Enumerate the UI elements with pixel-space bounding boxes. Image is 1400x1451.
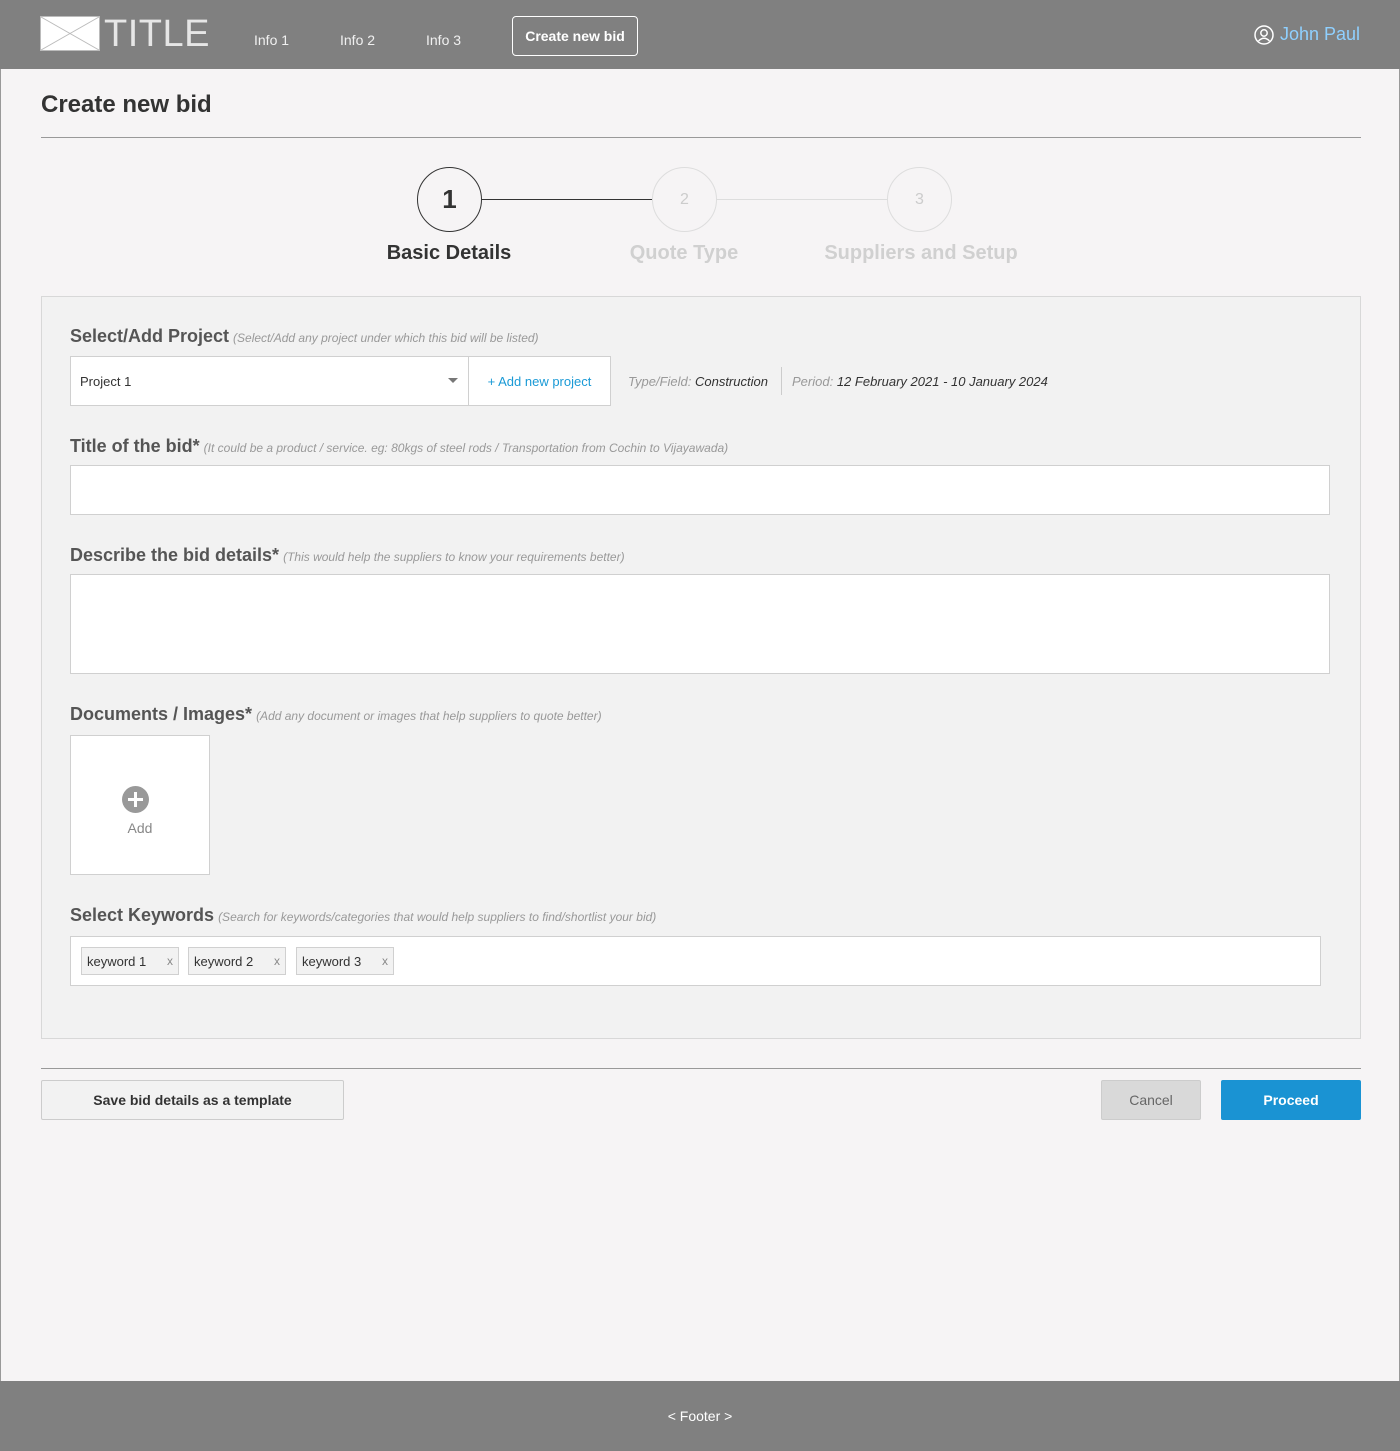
documents-hint: (Add any document or images that help su… xyxy=(256,709,602,723)
keyword-chip-label: keyword 3 xyxy=(302,953,362,969)
step-2-circle[interactable]: 2 xyxy=(652,167,717,232)
close-icon[interactable]: x xyxy=(382,954,388,968)
keyword-chip[interactable]: keyword 1 x xyxy=(81,947,179,975)
step-connector-1 xyxy=(482,199,652,200)
plus-circle-icon xyxy=(122,786,149,813)
keywords-field-label: Select Keywords (Search for keywords/cate… xyxy=(70,905,656,926)
title-field-label: Title of the bid* (It could be a product … xyxy=(70,436,728,457)
save-template-button[interactable]: Save bid details as a template xyxy=(41,1080,344,1120)
page-title: Create new bid xyxy=(41,91,212,118)
add-document-button[interactable]: Add xyxy=(70,735,210,875)
close-icon[interactable]: x xyxy=(274,954,280,968)
keywords-input[interactable]: keyword 1 x keyword 2 x keyword 3 x xyxy=(70,936,1321,986)
image-placeholder-icon[interactable] xyxy=(40,16,100,51)
step-3-circle[interactable]: 3 xyxy=(887,167,952,232)
keyword-chip[interactable]: keyword 3 x xyxy=(296,947,394,975)
step-connector-2 xyxy=(717,199,887,200)
nav-info-1[interactable]: Info 1 xyxy=(254,32,289,48)
top-header: TITLE Info 1 Info 2 Info 3 Create new bi… xyxy=(0,0,1400,69)
cancel-button[interactable]: Cancel xyxy=(1101,1080,1201,1120)
project-selected-value: Project 1 xyxy=(80,373,132,389)
project-period: Period: 12 February 2021 - 10 January 20… xyxy=(792,374,1048,389)
project-type-label: Type/Field: xyxy=(628,374,692,389)
add-document-label: Add xyxy=(127,820,153,836)
keyword-chip-label: keyword 2 xyxy=(194,953,254,969)
bid-form-panel: Select/Add Project (Select/Add any projec… xyxy=(41,296,1361,1039)
chevron-down-icon xyxy=(448,378,458,383)
actions-divider xyxy=(41,1068,1361,1069)
title-hint: (It could be a product / service. eg: 80… xyxy=(203,441,729,455)
title-label: Title of the bid* xyxy=(70,436,200,456)
step-1-number: 1 xyxy=(442,184,457,214)
close-icon[interactable]: x xyxy=(167,954,173,968)
project-type-value: Construction xyxy=(694,374,768,389)
step-3-label: Suppliers and Setup xyxy=(824,242,1018,264)
create-new-bid-button[interactable]: Create new bid xyxy=(512,16,638,56)
description-field-label: Describe the bid details* (This would hel… xyxy=(70,545,625,566)
keywords-hint: (Search for keywords/categories that wou… xyxy=(218,910,657,924)
page-content: Create new bid 1 2 3 Basic Details Quote… xyxy=(0,69,1400,1381)
user-circle-icon xyxy=(1254,24,1274,45)
documents-field-label: Documents / Images* (Add any document or … xyxy=(70,704,602,725)
app-title[interactable]: TITLE xyxy=(104,14,210,54)
project-field-label: Select/Add Project (Select/Add any projec… xyxy=(70,326,539,347)
keywords-label: Select Keywords xyxy=(70,905,215,925)
project-hint: (Select/Add any project under which this… xyxy=(233,331,539,345)
keyword-chip[interactable]: keyword 2 x xyxy=(188,947,286,975)
add-new-project-button[interactable]: + Add new project xyxy=(468,356,611,406)
meta-divider xyxy=(781,367,782,395)
description-label: Describe the bid details* xyxy=(70,545,280,565)
step-1-circle[interactable]: 1 xyxy=(417,167,482,232)
proceed-button[interactable]: Proceed xyxy=(1221,1080,1361,1120)
project-type: Type/Field: Construction xyxy=(628,374,768,389)
nav-info-3[interactable]: Info 3 xyxy=(426,32,461,48)
description-hint: (This would help the suppliers to know y… xyxy=(283,550,625,564)
project-select[interactable]: Project 1 xyxy=(70,356,469,406)
project-period-value: 12 February 2021 - 10 January 2024 xyxy=(836,374,1048,389)
project-period-label: Period: xyxy=(792,374,834,389)
project-label: Select/Add Project xyxy=(70,326,230,346)
title-divider xyxy=(41,137,1361,138)
nav-info-2[interactable]: Info 2 xyxy=(340,32,375,48)
user-name: John Paul xyxy=(1279,24,1360,44)
user-menu[interactable]: John Paul xyxy=(1254,24,1360,45)
bid-description-textarea[interactable] xyxy=(70,574,1330,674)
bid-title-input[interactable] xyxy=(70,465,1330,515)
step-3-number: 3 xyxy=(915,190,924,208)
step-2-label: Quote Type xyxy=(629,242,739,264)
step-2-number: 2 xyxy=(680,190,689,208)
page-footer: < Footer > xyxy=(0,1381,1400,1451)
keyword-chip-label: keyword 1 xyxy=(87,953,147,969)
documents-label: Documents / Images* xyxy=(70,704,253,724)
step-1-label: Basic Details xyxy=(386,242,512,264)
